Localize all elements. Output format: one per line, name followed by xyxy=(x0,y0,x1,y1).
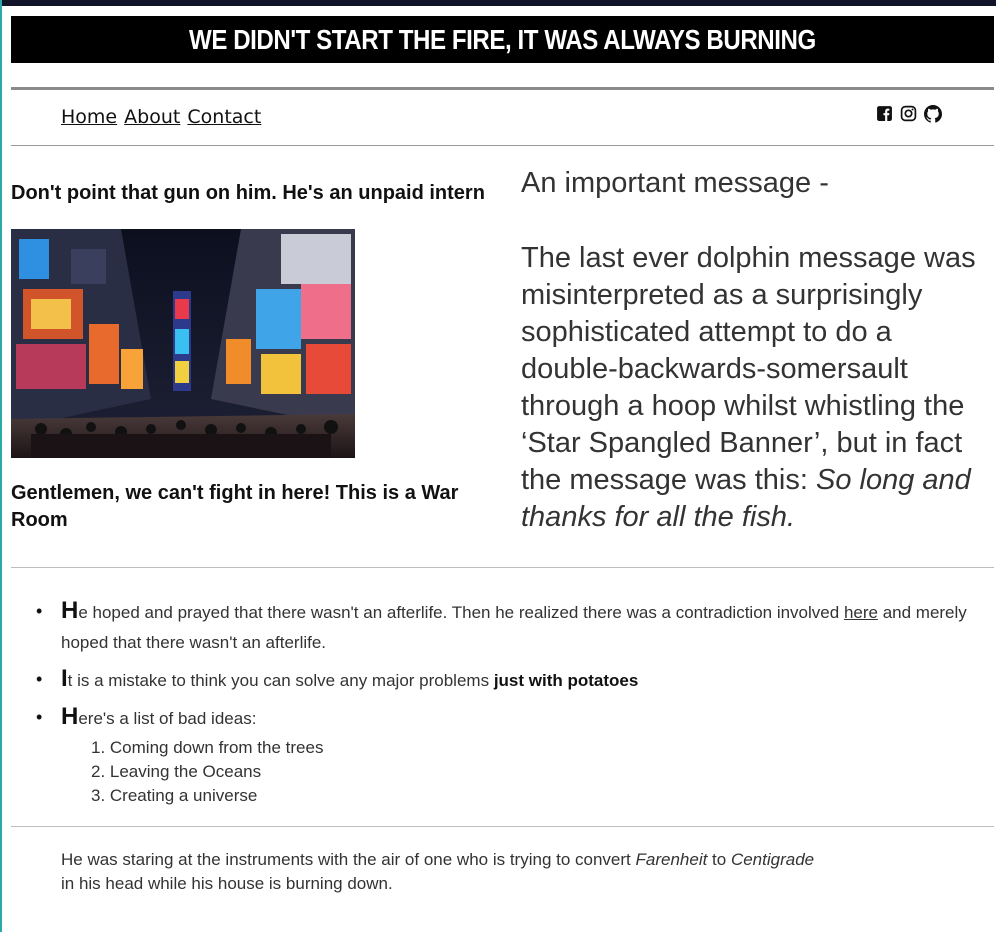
nav-link-home[interactable]: Home xyxy=(61,106,117,128)
list-item: He hoped and prayed that there wasn't an… xyxy=(36,596,994,658)
site-title: WE DIDN'T START THE FIRE, IT WAS ALWAYS … xyxy=(189,23,816,55)
bullet-list: He hoped and prayed that there wasn't an… xyxy=(36,596,994,814)
message-body: The last ever dolphin message was misint… xyxy=(521,240,996,536)
bad-idea-item: 1. Coming down from the trees xyxy=(91,738,324,757)
nav-link-about[interactable]: About xyxy=(124,106,180,128)
drop-cap: I xyxy=(61,665,68,692)
times-square-photo xyxy=(11,229,355,458)
list-item: It is a mistake to think you can solve a… xyxy=(36,664,994,696)
message-title: An important message - xyxy=(521,167,829,199)
window-edge xyxy=(0,0,2,932)
github-icon[interactable] xyxy=(924,105,943,123)
nav-top-divider xyxy=(11,87,994,90)
social-links xyxy=(876,105,943,123)
footer-text: He was staring at the instruments with t… xyxy=(61,850,815,893)
message-text: The last ever dolphin message was misint… xyxy=(521,242,976,496)
nav-bottom-divider xyxy=(11,145,994,146)
drop-cap: H xyxy=(61,703,79,730)
bad-ideas-list: 1. Coming down from the trees 2. Leaving… xyxy=(61,736,994,808)
potatoes-bold: just with potatoes xyxy=(493,671,639,690)
facebook-icon[interactable] xyxy=(876,105,893,122)
nav-link-contact[interactable]: Contact xyxy=(187,106,261,128)
drop-cap: H xyxy=(61,597,79,624)
here-link[interactable]: here xyxy=(844,603,878,622)
bad-idea-item: 3. Creating a universe xyxy=(91,786,258,805)
bad-idea-item: 2. Leaving the Oceans xyxy=(91,762,262,781)
main-nav: Home About Contact xyxy=(61,106,262,128)
top-strip xyxy=(0,0,996,6)
list-item: Here's a list of bad ideas: 1. Coming do… xyxy=(36,702,994,808)
left-heading-bottom: Gentlemen, we can't fight in here! This … xyxy=(11,482,459,531)
section-divider xyxy=(11,567,994,568)
instagram-icon[interactable] xyxy=(900,105,917,122)
site-banner: WE DIDN'T START THE FIRE, IT WAS ALWAYS … xyxy=(11,16,994,63)
footer-divider xyxy=(11,826,994,827)
left-heading-top: Don't point that gun on him. He's an unp… xyxy=(11,182,485,204)
